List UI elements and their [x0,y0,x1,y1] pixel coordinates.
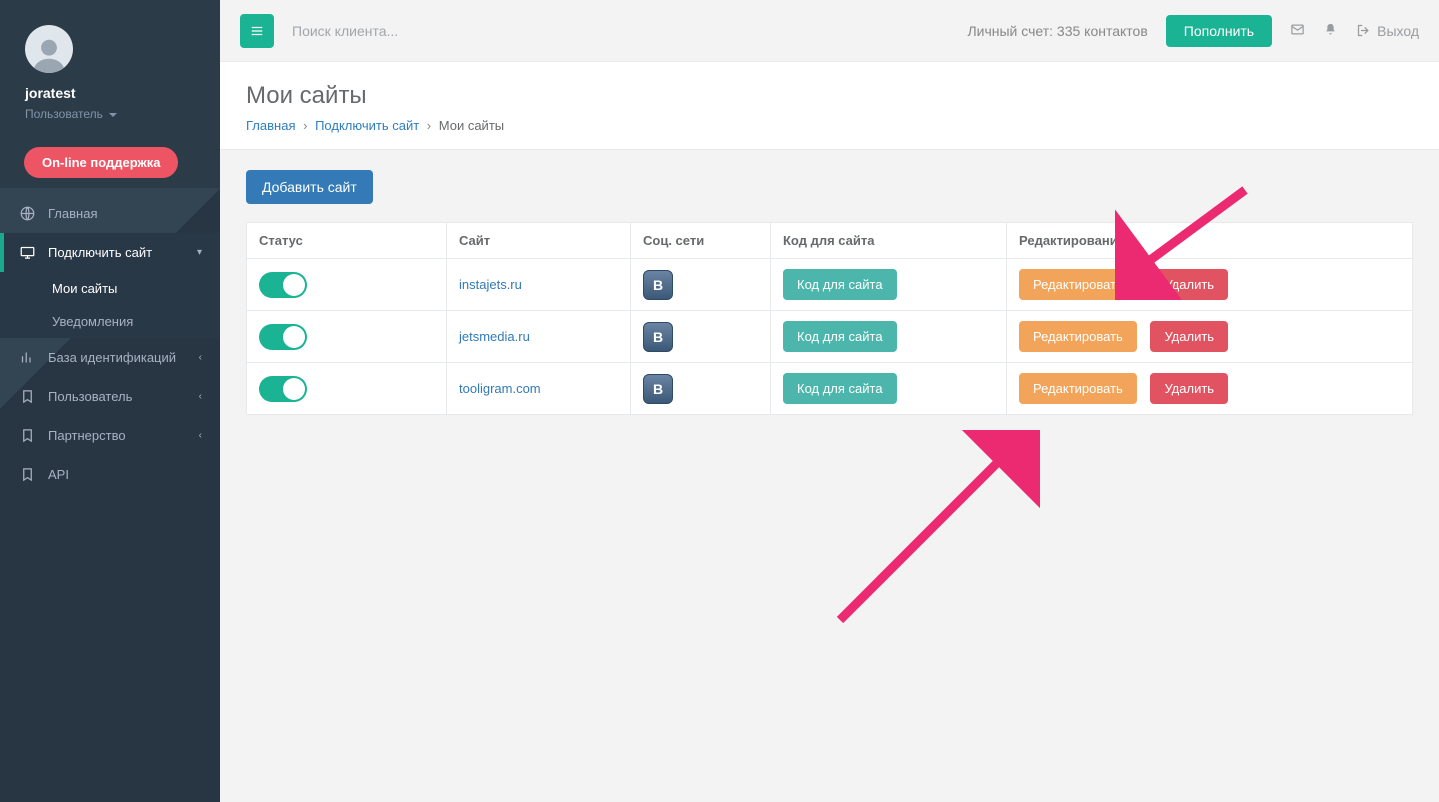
site-link[interactable]: instajets.ru [459,277,522,292]
page-title: Мои сайты [246,82,1413,110]
vk-icon[interactable]: B [643,322,673,352]
nav-connect-site[interactable]: Подключить сайт ▾ [0,233,220,272]
username: joratest [25,85,195,101]
crumb-sep: › [427,118,431,133]
table-row: jetsmedia.ru B Код для сайта Редактирова… [247,311,1413,363]
role-label: Пользователь [25,107,103,121]
toggle-sidebar-button[interactable] [240,14,274,48]
site-link[interactable]: jetsmedia.ru [459,329,530,344]
th-social: Соц. сети [631,223,771,259]
chevron-down-icon: ▾ [197,247,202,258]
crumb-current: Мои сайты [439,118,504,133]
main: Мои сайты Главная › Подключить сайт › Мо… [220,62,1439,802]
th-edit: Редактирование [1007,223,1413,259]
subnav-label: Мои сайты [52,281,117,296]
caret-down-icon [109,113,117,117]
edit-button[interactable]: Редактировать [1019,373,1137,404]
nav-label: Подключить сайт [48,245,152,260]
topbar: Личный счет: 335 контактов Пополнить Вых… [220,0,1439,62]
account-balance: Личный счет: 335 контактов [967,23,1147,39]
page-heading: Мои сайты Главная › Подключить сайт › Мо… [220,62,1439,150]
nav-label: База идентификаций [48,350,176,365]
bars-icon [250,24,264,38]
support-wrap: On-line поддержка [0,131,220,188]
status-toggle[interactable] [259,324,307,350]
nav-label: API [48,467,69,482]
table-header-row: Статус Сайт Соц. сети Код для сайта Реда… [247,223,1413,259]
status-toggle[interactable] [259,272,307,298]
bar-chart-icon [20,350,38,365]
chevron-left-icon: ‹ [199,430,202,441]
sign-out-icon [1356,23,1371,38]
breadcrumb: Главная › Подключить сайт › Мои сайты [246,118,1413,133]
edit-button[interactable]: Редактировать [1019,321,1137,352]
topup-button[interactable]: Пополнить [1166,15,1272,47]
bookmark-icon [20,428,38,443]
globe-icon [20,206,38,221]
sidebar: joratest Пользователь On-line поддержка … [0,0,220,802]
nav-user[interactable]: Пользователь ‹ [0,377,220,416]
delete-button[interactable]: Удалить [1150,269,1228,300]
nav-home[interactable]: Главная [0,194,220,233]
crumb-sep: › [303,118,307,133]
th-code: Код для сайта [771,223,1007,259]
bookmark-icon [20,389,38,404]
profile-block: joratest Пользователь [0,0,220,131]
nav-label: Партнерство [48,428,126,443]
logout-label: Выход [1377,23,1419,39]
subnav-label: Уведомления [52,314,133,329]
nav-label: Пользователь [48,389,132,404]
avatar [25,25,73,73]
crumb-home[interactable]: Главная [246,118,295,133]
bookmark-icon [20,467,38,482]
table-row: instajets.ru B Код для сайта Редактирова… [247,259,1413,311]
delete-button[interactable]: Удалить [1150,321,1228,352]
nav-label: Главная [48,206,97,221]
edit-button[interactable]: Редактировать [1019,269,1137,300]
code-button[interactable]: Код для сайта [783,269,897,300]
code-button[interactable]: Код для сайта [783,373,897,404]
envelope-icon[interactable] [1290,22,1305,40]
monitor-icon [20,245,38,260]
th-status: Статус [247,223,447,259]
nav-id-base[interactable]: База идентификаций ‹ [0,338,220,377]
subnav-notifications[interactable]: Уведомления [0,305,220,338]
add-site-button[interactable]: Добавить сайт [246,170,373,204]
crumb-connect[interactable]: Подключить сайт [315,118,419,133]
sites-table: Статус Сайт Соц. сети Код для сайта Реда… [246,222,1413,415]
vk-icon[interactable]: B [643,374,673,404]
bell-icon[interactable] [1323,22,1338,40]
delete-button[interactable]: Удалить [1150,373,1228,404]
nav-api[interactable]: API [0,455,220,494]
search-input[interactable] [292,23,967,39]
table-row: tooligram.com B Код для сайта Редактиров… [247,363,1413,415]
support-button[interactable]: On-line поддержка [24,147,178,178]
logout-link[interactable]: Выход [1356,23,1419,39]
chevron-left-icon: ‹ [199,391,202,402]
code-button[interactable]: Код для сайта [783,321,897,352]
status-toggle[interactable] [259,376,307,402]
site-link[interactable]: tooligram.com [459,381,541,396]
role-dropdown[interactable]: Пользователь [25,107,195,121]
th-site: Сайт [447,223,631,259]
chevron-left-icon: ‹ [199,352,202,363]
vk-icon[interactable]: B [643,270,673,300]
nav-partnership[interactable]: Партнерство ‹ [0,416,220,455]
subnav-my-sites[interactable]: Мои сайты [0,272,220,305]
